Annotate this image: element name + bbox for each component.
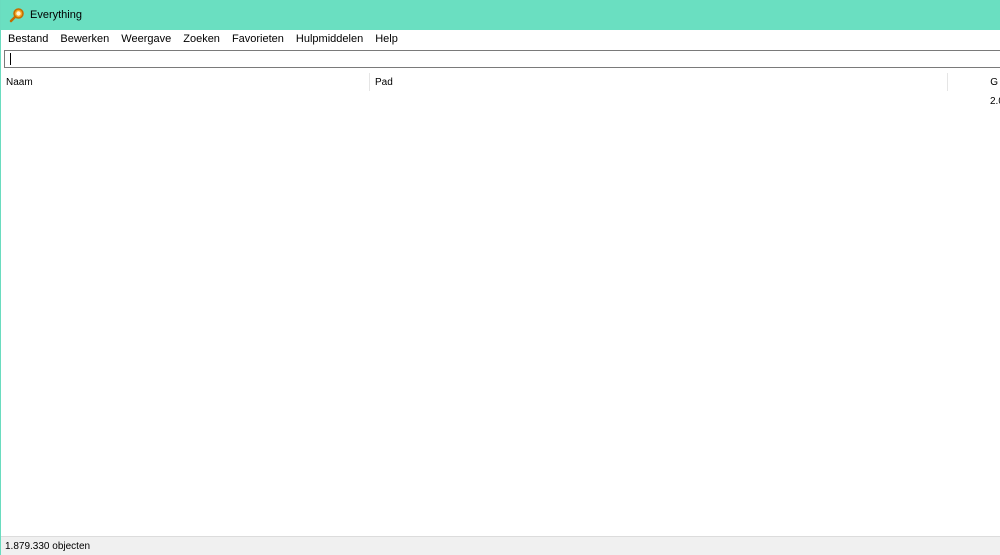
results-list[interactable]: 2.0 [1,91,1000,535]
menu-item-zoeken[interactable]: Zoeken [177,30,226,49]
column-header-path[interactable]: Pad [370,73,948,91]
magnifier-icon [9,7,25,23]
status-bar: 1.879.330 objecten [1,536,1000,555]
result-cell-size: 2.0 [990,96,1000,107]
menu-item-weergave[interactable]: Weergave [115,30,177,49]
column-header-name[interactable]: Naam [1,73,370,91]
object-count: 1.879.330 objecten [5,541,91,552]
text-caret [10,53,11,65]
menu-bar: Bestand Bewerken Weergave Zoeken Favorie… [1,30,1000,49]
column-header-size[interactable]: G [948,73,1000,91]
results-column-header: Naam Pad G [1,73,1000,91]
menu-item-favorieten[interactable]: Favorieten [226,30,290,49]
menu-item-hulpmiddelen[interactable]: Hulpmiddelen [290,30,369,49]
title-bar[interactable]: Everything [1,0,1000,30]
everything-window: Everything Bestand Bewerken Weergave Zoe… [0,0,1000,555]
window-title: Everything [30,9,82,21]
search-input[interactable] [4,50,1000,68]
menu-item-bestand[interactable]: Bestand [1,30,54,49]
menu-item-bewerken[interactable]: Bewerken [54,30,115,49]
menu-item-help[interactable]: Help [369,30,404,49]
